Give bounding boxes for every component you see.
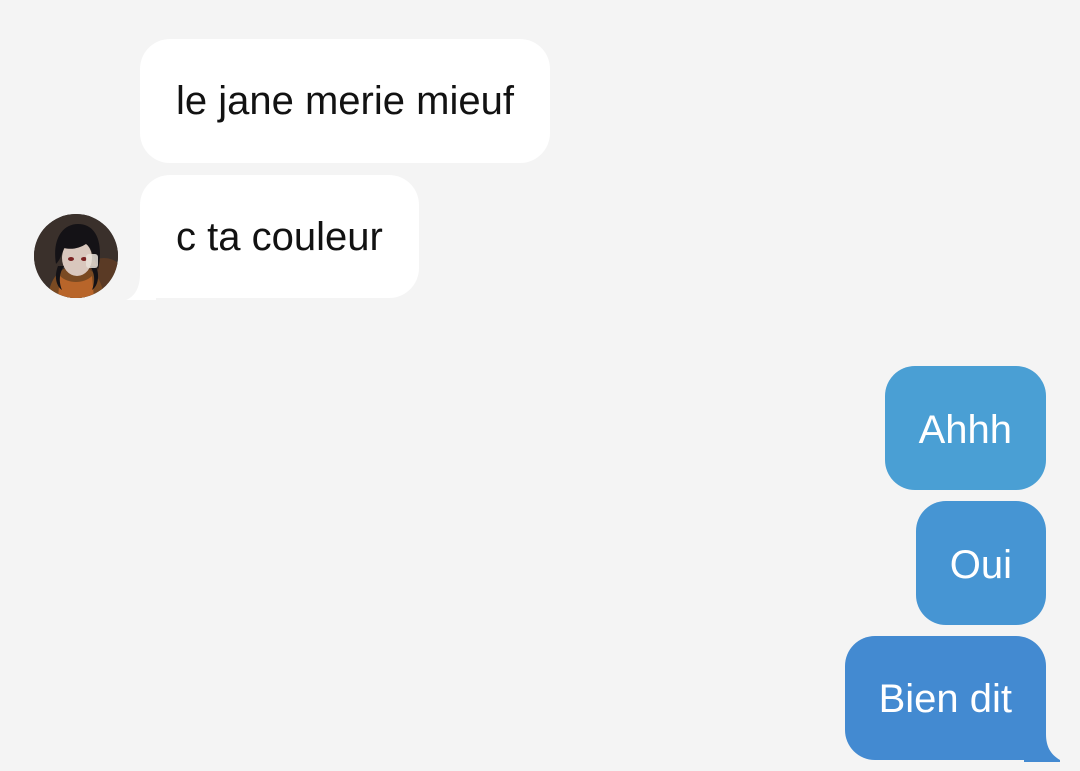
incoming-bubble-tail: [126, 274, 156, 300]
message-text: c ta couleur: [176, 215, 383, 259]
incoming-message-bubble[interactable]: c ta couleur: [140, 175, 419, 298]
message-text: Oui: [949, 543, 1012, 587]
message-text: le jane merie mieuf: [176, 79, 514, 123]
outgoing-bubble-tail: [1024, 734, 1060, 762]
contact-avatar[interactable]: [34, 214, 118, 298]
message-thread[interactable]: le jane merie mieuf c ta couleur Ahhh Ou…: [0, 0, 1080, 771]
outgoing-message-bubble[interactable]: Ahhh: [884, 366, 1046, 490]
message-text: Bien dit: [878, 677, 1012, 721]
avatar-portrait-image: [34, 214, 118, 298]
outgoing-message-bubble[interactable]: Bien dit: [844, 636, 1046, 760]
incoming-message-bubble[interactable]: le jane merie mieuf: [140, 39, 550, 163]
outgoing-message-bubble[interactable]: Oui: [915, 501, 1046, 625]
message-text: Ahhh: [918, 408, 1012, 452]
